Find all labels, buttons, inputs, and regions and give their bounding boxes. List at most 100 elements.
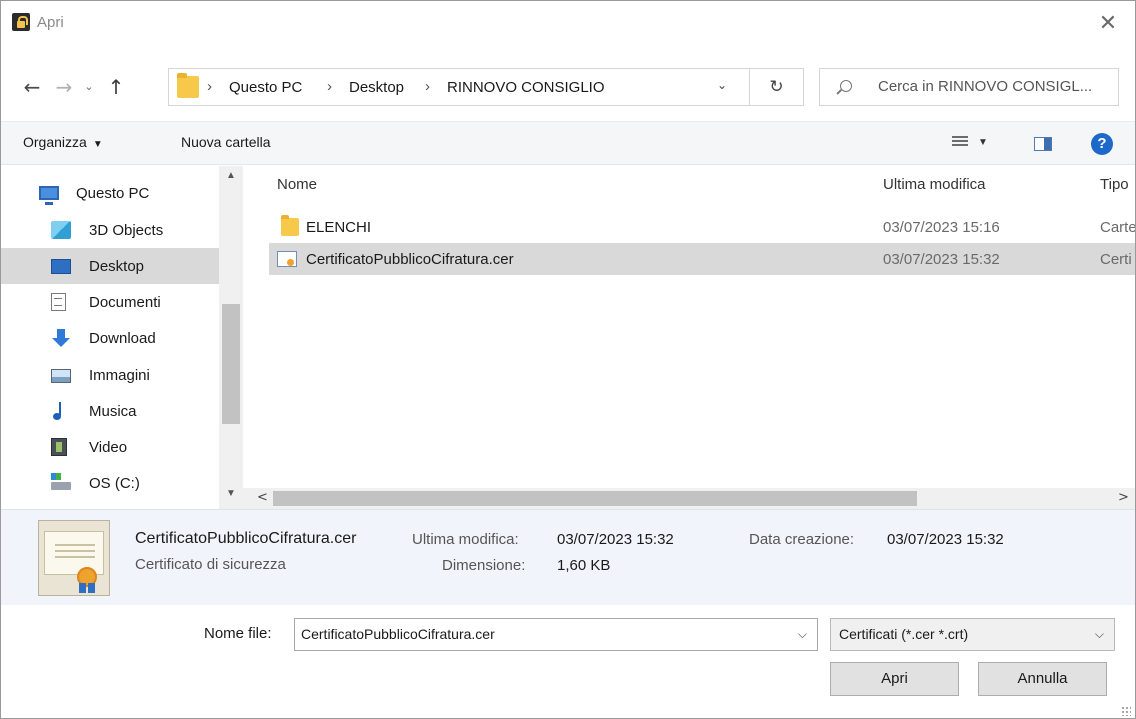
preview-pane-icon[interactable] xyxy=(1034,137,1052,151)
download-icon xyxy=(51,329,71,347)
certificate-icon xyxy=(277,251,297,267)
documents-icon xyxy=(51,293,66,311)
certificate-thumbnail-icon xyxy=(38,520,110,596)
view-options-icon[interactable] xyxy=(952,136,968,150)
sidebar-item-documenti[interactable]: Documenti xyxy=(1,284,219,320)
scroll-left-icon[interactable]: < xyxy=(257,490,268,505)
column-header-name[interactable]: Nome xyxy=(277,176,317,193)
file-row-certificato[interactable]: CertificatoPubblicoCifratura.cer 03/07/2… xyxy=(269,243,1135,275)
file-type-filter-value: Certificati (*.cer *.crt) xyxy=(839,626,969,642)
refresh-button[interactable]: ↻ xyxy=(750,68,804,106)
file-type: Certi xyxy=(1100,251,1132,268)
open-button[interactable]: Apri xyxy=(830,662,959,696)
window-title: Apri xyxy=(37,14,64,31)
sidebar-scrollbar[interactable]: ▲ ▼ xyxy=(219,166,243,509)
scroll-up-icon[interactable]: ▲ xyxy=(219,170,243,181)
breadcrumb-separator: › xyxy=(425,78,430,95)
details-created-value: 03/07/2023 15:32 xyxy=(887,531,1004,548)
navigation-pane: Questo PC 3D Objects Desktop Documenti D… xyxy=(1,166,243,509)
file-type: Carte xyxy=(1100,219,1136,236)
organize-label: Organizza xyxy=(23,134,87,150)
chevron-down-icon[interactable]: ⌵ xyxy=(1095,627,1104,642)
scroll-right-icon[interactable]: > xyxy=(1118,490,1129,505)
video-icon xyxy=(51,438,67,456)
lock-app-icon xyxy=(12,13,30,31)
column-header-modified[interactable]: Ultima modifica xyxy=(883,176,986,193)
file-list-scrollbar[interactable]: < > xyxy=(243,488,1135,509)
column-header-type[interactable]: Tipo xyxy=(1100,176,1129,193)
sidebar-item-label: Documenti xyxy=(89,294,161,311)
cancel-button[interactable]: Annulla xyxy=(978,662,1107,696)
details-filename: CertificatoPubblicoCifratura.cer xyxy=(135,530,357,547)
details-modified-value: 03/07/2023 15:32 xyxy=(557,531,674,548)
view-caret-icon[interactable]: ▼ xyxy=(978,137,988,148)
file-row-elenchi[interactable]: ELENCHI 03/07/2023 15:16 Carte xyxy=(269,211,1136,243)
dialog-footer: Nome file: ⌵ Certificati (*.cer *.crt) ⌵… xyxy=(1,606,1135,718)
filename-label: Nome file: xyxy=(204,625,272,642)
resize-grip-icon[interactable] xyxy=(1121,706,1131,716)
filename-combo[interactable]: ⌵ xyxy=(294,618,818,651)
music-icon xyxy=(51,402,71,420)
sort-ascending-icon: ^ xyxy=(535,166,546,174)
pictures-icon xyxy=(51,369,71,383)
file-name: ELENCHI xyxy=(306,219,372,236)
breadcrumb-separator: › xyxy=(327,78,332,95)
breadcrumb-separator: › xyxy=(207,78,212,95)
details-created-label: Data creazione: xyxy=(749,531,855,548)
address-bar[interactable]: › Questo PC › Desktop › RINNOVO CONSIGLI… xyxy=(168,68,750,106)
file-list: ^ Nome Ultima modifica Tipo ELENCHI 03/0… xyxy=(243,166,1136,509)
sidebar-item-label: 3D Objects xyxy=(89,222,164,239)
computer-icon xyxy=(39,186,59,205)
sidebar-item-musica[interactable]: Musica xyxy=(1,393,219,429)
chevron-down-icon[interactable]: ⌵ xyxy=(798,627,807,642)
sidebar-item-immagini[interactable]: Immagini xyxy=(1,357,219,393)
sidebar-item-label: Video xyxy=(89,439,128,456)
new-folder-button[interactable]: Nuova cartella xyxy=(181,134,271,150)
sidebar-item-label: Immagini xyxy=(89,367,150,384)
sidebar-item-label: Questo PC xyxy=(76,185,150,202)
sidebar-item-label: OS (C:) xyxy=(89,475,140,492)
sidebar-item-3d-objects[interactable]: 3D Objects xyxy=(1,212,219,248)
details-modified-label: Ultima modifica: xyxy=(412,531,519,548)
search-icon xyxy=(840,80,852,92)
breadcrumb-rinnovo-consiglio[interactable]: RINNOVO CONSIGLIO xyxy=(447,79,605,96)
file-modified: 03/07/2023 15:16 xyxy=(883,219,1000,236)
sidebar-item-questo-pc[interactable]: Questo PC xyxy=(1,175,219,211)
sidebar-item-video[interactable]: Video xyxy=(1,429,219,465)
recent-locations-chevron-icon[interactable]: ⌄ xyxy=(79,75,99,99)
breadcrumb-questo-pc[interactable]: Questo PC xyxy=(229,79,302,96)
address-dropdown-chevron-icon[interactable]: ⌄ xyxy=(717,78,727,92)
scrollbar-thumb[interactable] xyxy=(222,304,240,424)
folder-icon xyxy=(177,73,199,98)
up-arrow-icon[interactable]: ↑ xyxy=(101,75,131,99)
sidebar-item-label: Download xyxy=(89,330,156,347)
file-type-filter-select[interactable]: Certificati (*.cer *.crt) ⌵ xyxy=(830,618,1115,651)
folder-icon xyxy=(281,215,299,236)
sidebar-item-label: Desktop xyxy=(89,258,145,275)
title-bar: Apri ✕ xyxy=(1,1,1135,49)
details-filetype: Certificato di sicurezza xyxy=(135,556,286,573)
close-button[interactable]: ✕ xyxy=(1095,11,1121,37)
desktop-icon xyxy=(51,259,71,274)
search-box[interactable] xyxy=(819,68,1119,106)
scroll-down-icon[interactable]: ▼ xyxy=(219,488,243,499)
file-modified: 03/07/2023 15:32 xyxy=(883,251,1000,268)
drive-icon xyxy=(51,473,71,490)
sidebar-item-os-c[interactable]: OS (C:) xyxy=(1,465,219,501)
help-icon[interactable]: ? xyxy=(1091,133,1113,155)
filename-input[interactable] xyxy=(301,626,781,642)
breadcrumb-desktop[interactable]: Desktop xyxy=(349,79,404,96)
sidebar-item-download[interactable]: Download xyxy=(1,320,219,356)
organize-menu-button[interactable]: Organizza ▼ xyxy=(23,134,103,150)
sidebar-item-desktop[interactable]: Desktop xyxy=(1,248,219,284)
open-file-dialog: Apri ✕ ← → ⌄ ↑ › Questo PC › Desktop › R… xyxy=(0,0,1136,719)
navigation-bar: ← → ⌄ ↑ › Questo PC › Desktop › RINNOVO … xyxy=(1,67,1135,107)
search-input[interactable] xyxy=(878,78,1114,95)
details-pane: CertificatoPubblicoCifratura.cer Certifi… xyxy=(1,509,1135,605)
scrollbar-thumb[interactable] xyxy=(273,491,917,506)
details-size-label: Dimensione: xyxy=(442,557,526,574)
forward-arrow-icon[interactable]: → xyxy=(51,75,77,99)
back-arrow-icon[interactable]: ← xyxy=(19,75,45,99)
file-name: CertificatoPubblicoCifratura.cer xyxy=(306,251,514,268)
sidebar-item-label: Musica xyxy=(89,403,137,420)
